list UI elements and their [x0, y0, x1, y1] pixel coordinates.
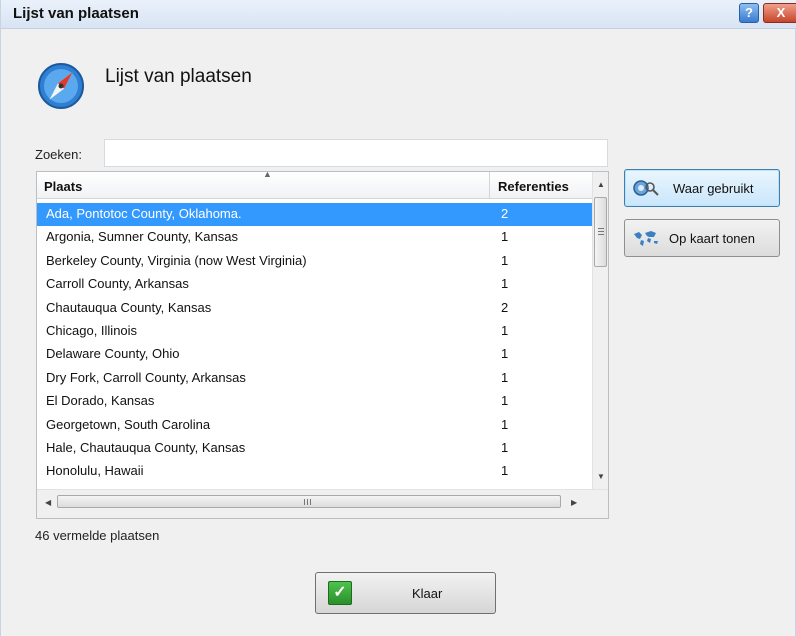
where-used-label: Waar gebruikt — [673, 181, 754, 196]
cell-references: 1 — [501, 346, 509, 362]
dialog-window: Lijst van plaatsen ? X Lijst van plaatse… — [0, 0, 796, 636]
cell-references: 1 — [501, 276, 509, 292]
table-row[interactable]: Ada, Pontotoc County, Oklahoma. 2 — [37, 203, 592, 227]
column-header-references[interactable]: Referenties — [498, 172, 569, 198]
where-used-button[interactable]: Waar gebruikt — [624, 169, 780, 207]
title-bar[interactable]: Lijst van plaatsen ? X — [1, 0, 796, 29]
cell-place: Dry Fork, Carroll County, Arkansas — [46, 369, 246, 385]
status-count: 46 vermelde plaatsen — [35, 528, 160, 543]
cell-place: Chautauqua County, Kansas — [46, 299, 212, 315]
table-row[interactable]: Georgetown, South Carolina 1 — [37, 414, 592, 437]
table-row[interactable]: Carroll County, Arkansas 1 — [37, 273, 592, 296]
cell-references: 1 — [501, 252, 509, 268]
table-row[interactable]: Chautauqua County, Kansas 2 — [37, 297, 592, 320]
table-header: ▲ Plaats Referenties — [37, 172, 592, 199]
table-row[interactable]: Argonia, Sumner County, Kansas 1 — [37, 226, 592, 249]
scroll-left-arrow-icon[interactable]: ◀ — [45, 498, 51, 507]
cell-references: 1 — [501, 369, 509, 385]
compass-icon — [38, 63, 84, 109]
cell-references: 1 — [501, 229, 509, 245]
sort-ascending-icon: ▲ — [263, 171, 272, 179]
table-row[interactable]: Honolulu, Hawaii 1 — [37, 460, 592, 483]
scroll-down-arrow-icon[interactable]: ▼ — [593, 472, 608, 484]
cell-references: 1 — [501, 322, 509, 338]
close-button[interactable]: X — [763, 3, 796, 23]
scroll-right-arrow-icon[interactable]: ▶ — [571, 498, 577, 507]
show-on-map-button[interactable]: Op kaart tonen — [624, 219, 780, 257]
cell-references: 1 — [501, 463, 509, 479]
show-on-map-label: Op kaart tonen — [669, 231, 755, 246]
search-label: Zoeken: — [35, 147, 82, 162]
cell-place: Berkeley County, Virginia (now West Virg… — [46, 252, 307, 268]
done-button[interactable]: ✓ Klaar — [315, 572, 496, 614]
cell-place: Chicago, Illinois — [46, 322, 138, 338]
search-input[interactable] — [104, 139, 608, 167]
vertical-scrollbar[interactable]: ▲ ▼ — [592, 172, 608, 489]
scroll-up-arrow-icon[interactable]: ▲ — [593, 180, 608, 192]
cell-references: 1 — [501, 416, 509, 432]
cell-references: 1 — [501, 439, 509, 455]
cell-place: Georgetown, South Carolina — [46, 416, 211, 432]
cell-references: 2 — [501, 206, 509, 221]
table-row[interactable]: Dry Fork, Carroll County, Arkansas 1 — [37, 367, 592, 390]
column-header-place[interactable]: Plaats — [44, 172, 82, 198]
done-label: Klaar — [412, 586, 443, 601]
horizontal-scrollbar[interactable]: ◀ ▶ — [37, 489, 608, 518]
help-button[interactable]: ? — [739, 3, 759, 23]
cell-place: El Dorado, Kansas — [46, 393, 155, 409]
column-divider[interactable] — [489, 172, 490, 198]
cell-place: Delaware County, Ohio — [46, 346, 180, 362]
cell-place: Argonia, Sumner County, Kansas — [46, 229, 238, 245]
table-row[interactable]: El Dorado, Kansas 1 — [37, 390, 592, 413]
magnifier-icon — [633, 180, 659, 196]
table-row[interactable]: Hale, Chautauqua County, Kansas 1 — [37, 437, 592, 460]
page-heading: Lijst van plaatsen — [105, 66, 252, 87]
cell-place: Hale, Chautauqua County, Kansas — [46, 439, 246, 455]
table-row[interactable]: Chicago, Illinois 1 — [37, 320, 592, 343]
world-map-icon — [634, 231, 658, 246]
vertical-scroll-thumb[interactable] — [594, 197, 607, 267]
cell-place: Carroll County, Arkansas — [46, 276, 189, 292]
cell-place: Ada, Pontotoc County, Oklahoma. — [46, 206, 242, 221]
cell-references: 1 — [501, 393, 509, 409]
table-body: Ada, Pontotoc County, Oklahoma. 2 Argoni… — [37, 203, 592, 489]
checkmark-icon: ✓ — [328, 581, 352, 605]
table-row[interactable]: Delaware County, Ohio 1 — [37, 343, 592, 366]
cell-references: 2 — [501, 299, 509, 315]
places-table[interactable]: ▲ Plaats Referenties Ada, Pontotoc Count… — [36, 171, 609, 519]
table-row[interactable]: Berkeley County, Virginia (now West Virg… — [37, 250, 592, 273]
cell-place: Honolulu, Hawaii — [46, 463, 144, 479]
horizontal-scroll-thumb[interactable] — [57, 495, 561, 508]
window-title: Lijst van plaatsen — [13, 5, 139, 22]
